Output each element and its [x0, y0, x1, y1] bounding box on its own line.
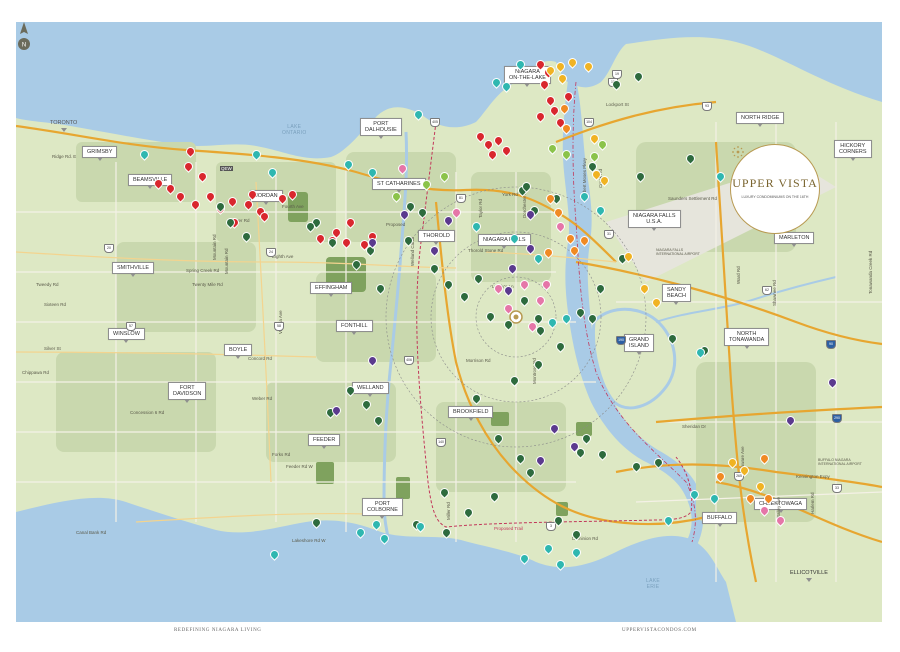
highway-shield: 19	[612, 70, 622, 79]
road-label: Tweedy Rd	[36, 282, 59, 287]
town-label-port-dalhousie: PORT DALHOUSIE	[360, 118, 402, 139]
highway-shield: 104	[584, 118, 594, 127]
road-label: Ward Rd	[736, 266, 741, 284]
proposed-trail-label: Proposed Trail	[494, 526, 524, 531]
airport-label: NIAGARA FALLS INTERNATIONAL AIRPORT	[656, 248, 700, 256]
town-label-niagara-falls: NIAGARA FALLS	[478, 234, 531, 249]
road-label: Forks Rd	[272, 452, 291, 457]
lake-ontario	[16, 22, 882, 159]
road-label: Saunders Settlement Rd	[668, 196, 718, 201]
town-label-grimsby: GRIMSBY	[82, 146, 118, 161]
road-label: Sixteen Rd	[44, 302, 67, 307]
highway-shield: 290	[832, 414, 842, 423]
road-label: Taylor Rd	[478, 198, 483, 218]
town-label-thorold: THOROLD	[418, 230, 455, 245]
road-label: Miller Rd	[446, 502, 451, 520]
road-label: Mountain Rd	[224, 248, 229, 274]
sunburst-icon	[732, 146, 744, 158]
town-label-fort-davidson: FORT DAVIDSON	[168, 382, 207, 403]
water-label-lake-ontario: LAKE ONTARIO	[282, 124, 307, 136]
road-label: Feeder Rd W	[286, 464, 313, 469]
road-label: Silver St	[44, 346, 61, 351]
svg-text:N: N	[22, 43, 26, 49]
town-label-buffalo: BUFFALO	[702, 512, 738, 527]
footer-website[interactable]: UPPERVISTACONDOS.COM	[622, 628, 697, 633]
highway-label-qew: QEW	[220, 166, 233, 171]
airport-label: BUFFALO NIAGARA INTERNATIONAL AIRPORT	[818, 458, 862, 466]
town-label-st-catharines: ST CATHARINES	[372, 178, 426, 193]
regional-map: LAKE ONTARIO LAKE ERIE TORONTO GRIMSBY B…	[16, 22, 882, 622]
lake-erie	[16, 497, 736, 622]
highway-shield: 140	[436, 438, 446, 447]
road-label: Twenty Mile Rd	[192, 282, 223, 287]
town-label-north-ridge: NORTH RIDGE	[736, 112, 785, 127]
highway-shield: 24	[266, 248, 276, 257]
road-label: Harlem Rd	[810, 492, 815, 514]
highway-shield: 33	[832, 484, 842, 493]
road-label: Spring Creek Rd	[186, 268, 220, 273]
highway-shield: 81	[456, 194, 466, 203]
highway-shield: 58	[274, 322, 284, 331]
road-label: Morrison Rd	[466, 358, 491, 363]
town-label-ellicotville: ELLICOTVILLE	[786, 568, 832, 582]
road-label: Mountain Rd	[212, 234, 217, 260]
town-label-beamsville: BEAMSVILLE	[128, 174, 173, 189]
road-label: Ridge Rd. E	[52, 154, 77, 159]
road-label: York Rd	[502, 192, 518, 197]
highway-shield: 93	[702, 102, 712, 111]
highway-shield: 405	[430, 118, 440, 127]
road-label: Chippawa Rd	[22, 370, 50, 375]
north-arrow-icon: N	[18, 22, 30, 50]
footer-tagline: REDEFINING NIAGARA LIVING	[174, 628, 262, 633]
town-label-marleton: MARLETON	[774, 232, 815, 247]
road-label: Lakeshore Rd W	[292, 538, 326, 543]
town-label-smithville: SMITHVILLE	[112, 262, 155, 277]
proposed-label: Proposed	[386, 222, 406, 227]
town-label-port-colborne: PORT COLBORNE	[362, 498, 403, 519]
town-label-north-tonawanda: NORTH TONAWANDA	[724, 328, 770, 349]
road-label: Concession 6 Rd	[130, 410, 165, 415]
brand-tagline: LUXURY CONDOMINIUMS ON THE 16TH	[741, 195, 809, 199]
road-label: Concord Rd	[248, 356, 273, 361]
brand-name: UPPER VISTA	[732, 176, 818, 190]
road-label: Kensington Expy	[796, 474, 830, 479]
highway-shield: 406	[404, 356, 414, 365]
highway-shield: 62	[762, 286, 772, 295]
highway-shield: 31	[604, 230, 614, 239]
road-label: Tonawanda Creek Rd	[868, 250, 873, 294]
upper-vista-logo: UPPER VISTA LUXURY CONDOMINIUMS ON THE 1…	[730, 144, 820, 234]
highway-shield: 20	[104, 244, 114, 253]
town-label-fonthill: FONTHILL	[336, 320, 373, 335]
highway-shield: 190	[616, 336, 626, 345]
highway-shield: 90	[826, 340, 836, 349]
town-label-sandy-beach: SANDY BEACH	[662, 284, 691, 305]
road-label: Lockport St	[606, 102, 629, 107]
town-label-feeder: FEEDER	[308, 434, 341, 449]
town-label-welland: WELLAND	[352, 382, 389, 397]
town-label-brookfield: BROOKFIELD	[448, 406, 494, 421]
road-label: Sheridan Dr	[682, 424, 707, 429]
town-label-effingham: EFFINGHAM	[310, 282, 353, 297]
road-label: Shawnee Rd	[772, 280, 777, 306]
water-label-lake-erie: LAKE ERIE	[646, 578, 660, 590]
road-label: Weber Rd	[252, 396, 273, 401]
town-label-niagara-falls-usa: NIAGARA FALLS U.S.A.	[628, 210, 681, 231]
highway-shield: 57	[126, 322, 136, 331]
town-label-boyle: BOYLE	[224, 344, 253, 359]
town-label-hickory-corners: HICKORY CORNERS	[834, 140, 872, 161]
town-label-toronto: TORONTO	[46, 118, 81, 132]
road-label: Canal Bank Rd	[76, 530, 107, 535]
map-poster: LAKE ONTARIO LAKE ERIE TORONTO GRIMSBY B…	[0, 0, 900, 652]
road-label: Thorold Stone Rd	[468, 248, 504, 253]
road-label: Fourth Ave	[282, 204, 304, 209]
town-label-grand-island: GRAND ISLAND	[624, 334, 654, 355]
